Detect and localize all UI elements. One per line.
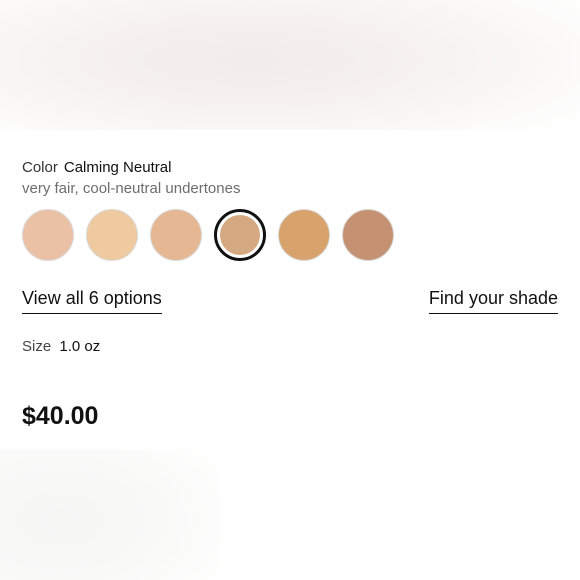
color-value: Calming Neutral xyxy=(63,159,172,176)
size-value: 1.0 oz xyxy=(59,338,101,355)
secondary-image xyxy=(0,450,220,580)
view-all-options-link[interactable]: View all 6 options xyxy=(22,287,162,314)
shade-swatch[interactable] xyxy=(150,209,202,261)
color-row: Color Calming Neutral xyxy=(22,158,171,178)
price: $40.00 xyxy=(22,402,99,430)
shade-description: very fair, cool-neutral undertones xyxy=(22,180,241,197)
shade-swatch[interactable] xyxy=(22,209,74,261)
shade-swatch[interactable] xyxy=(342,209,394,261)
selected-swatch-fill xyxy=(220,215,260,255)
find-your-shade-link[interactable]: Find your shade xyxy=(428,287,558,314)
size-label: Size xyxy=(22,338,52,355)
product-detail-page: Color Calming Neutral very fair, cool-neu… xyxy=(0,0,580,580)
color-label: Color xyxy=(22,159,58,176)
shade-swatch[interactable] xyxy=(86,209,138,261)
shade-swatches xyxy=(22,209,394,263)
shade-swatch[interactable] xyxy=(278,209,330,261)
size-row: Size 1.0 oz xyxy=(22,337,100,357)
product-image xyxy=(0,0,580,130)
shade-swatch-selected[interactable] xyxy=(214,209,266,261)
